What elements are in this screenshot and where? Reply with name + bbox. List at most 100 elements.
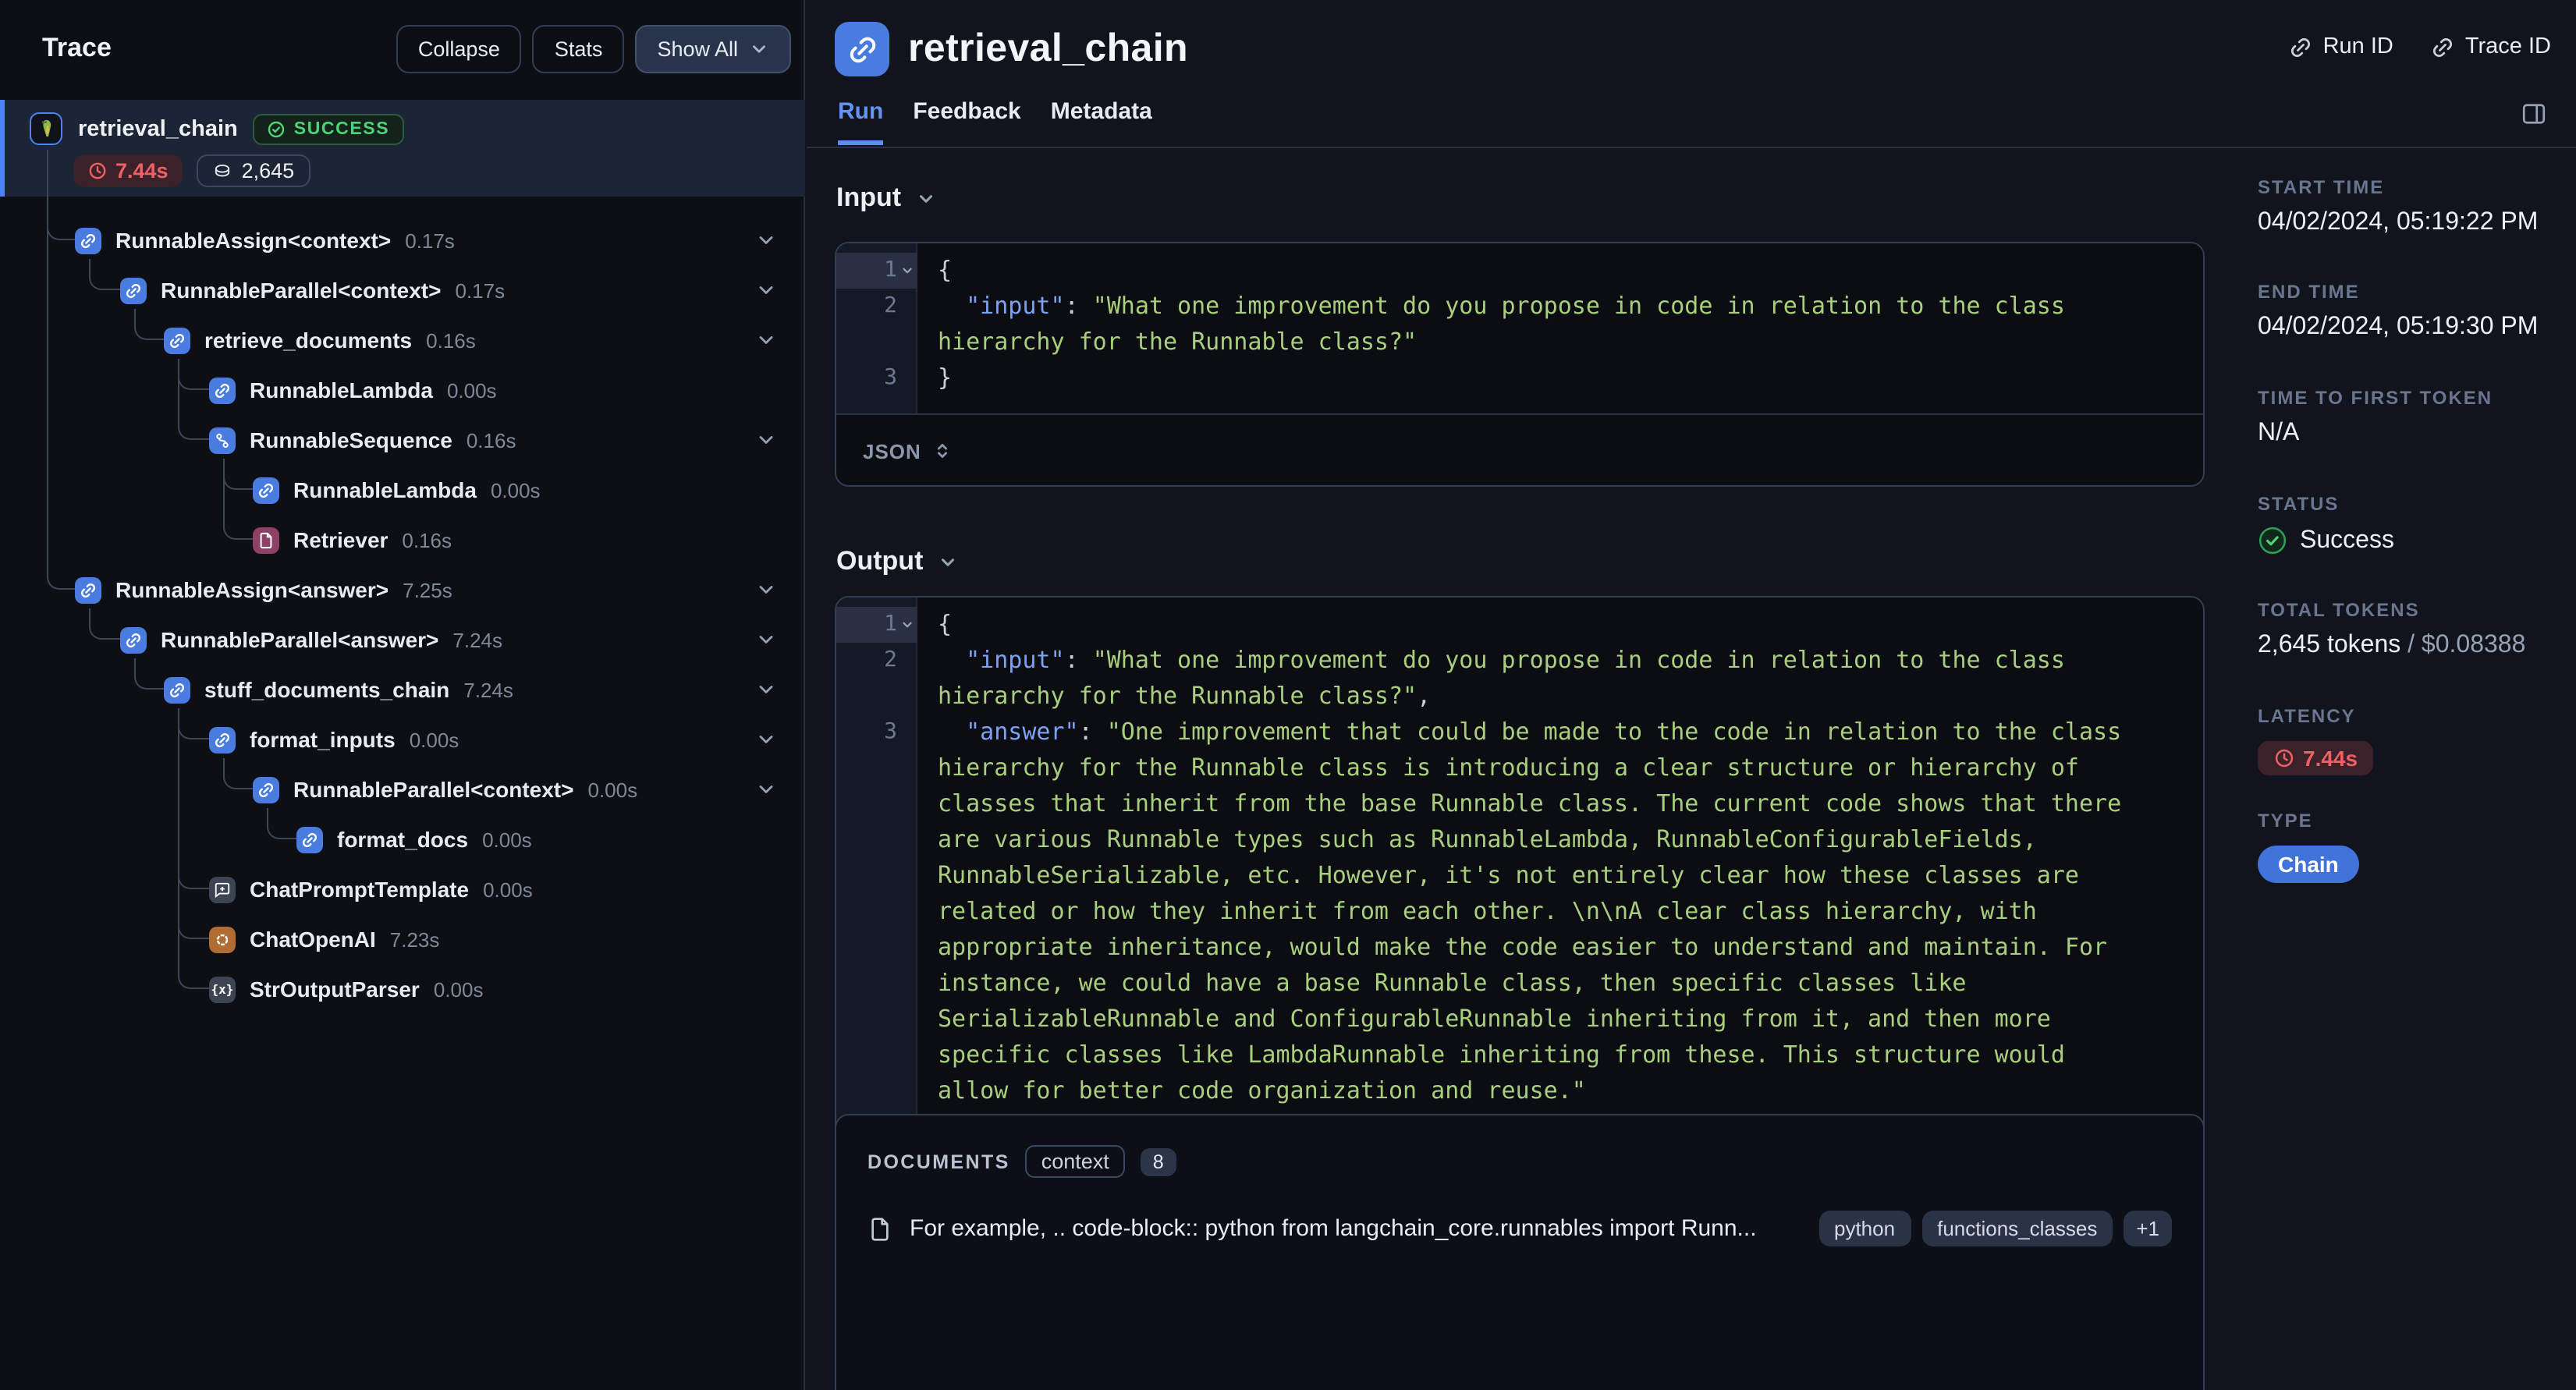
trace-tree-row[interactable]: RunnableAssign<context> 0.17s — [75, 223, 455, 257]
trace-tree-row[interactable]: Retriever 0.16s — [253, 523, 452, 557]
ttft-value: N/A — [2258, 420, 2300, 446]
chain-icon — [209, 377, 236, 403]
run-name: RunnableAssign<answer> — [115, 577, 389, 602]
run-name: StrOutputParser — [250, 977, 420, 1002]
chain-icon — [209, 726, 236, 753]
document-tag-more[interactable]: +1 — [2124, 1211, 2172, 1246]
run-duration: 0.17s — [455, 278, 506, 302]
run-duration: 7.24s — [463, 678, 513, 701]
trace-tree-row[interactable]: RunnableLambda 0.00s — [253, 473, 541, 507]
retriever-file-icon — [253, 527, 279, 553]
trace-tree-row[interactable]: RunnableParallel<context> 0.17s — [120, 273, 505, 307]
trace-tree-row[interactable]: RunnableLambda 0.00s — [209, 373, 497, 407]
tree-connector — [266, 808, 296, 839]
trace-tree-row[interactable]: RunnableParallel<answer> 7.24s — [120, 622, 502, 657]
trace-id-button[interactable]: Trace ID — [2431, 34, 2551, 59]
run-name: RunnableParallel<context> — [293, 777, 574, 802]
tokens-cost: / $0.08388 — [2400, 632, 2526, 658]
tab-run[interactable]: Run — [838, 98, 884, 145]
document-row[interactable]: For example, .. code-block:: python from… — [868, 1211, 2172, 1246]
chevron-down-icon[interactable] — [755, 579, 777, 601]
tree-connector — [222, 459, 253, 540]
panel-toggle-icon[interactable] — [2520, 100, 2548, 128]
tab-metadata[interactable]: Metadata — [1051, 98, 1152, 145]
tokens-count: 2,645 tokens — [2258, 632, 2401, 658]
tree-connector — [133, 658, 164, 690]
trace-tree-row[interactable]: ChatPromptTemplate 0.00s — [209, 872, 533, 906]
chevron-down-icon[interactable] — [755, 778, 777, 800]
run-duration: 0.16s — [426, 328, 476, 352]
trace-tree-row[interactable]: {x} StrOutputParser 0.00s — [209, 972, 483, 1006]
tree-connector — [88, 608, 120, 640]
link-icon — [2290, 37, 2310, 56]
chevron-down-icon[interactable] — [755, 729, 777, 750]
tree-connector — [177, 708, 209, 989]
run-name: retrieve_documents — [204, 328, 413, 353]
documents-section: DOCUMENTS context 8 For example, .. code… — [835, 1114, 2205, 1390]
line-number: 3 — [884, 365, 897, 390]
tab-bar: Run Feedback Metadata — [838, 98, 1152, 145]
code-line: 2 "input": "What one improvement do you … — [836, 643, 2203, 715]
start-time-field: START TIME 04/02/2024, 05:19:22 PM — [2258, 176, 2539, 236]
chain-icon — [75, 576, 101, 603]
sequence-icon — [209, 427, 236, 453]
clock-icon — [2275, 749, 2294, 768]
code-content: { — [938, 610, 953, 638]
documents-label: DOCUMENTS — [868, 1151, 1010, 1172]
trace-tree-row[interactable]: format_docs 0.00s — [296, 822, 532, 856]
trace-tree: RunnableAssign<context> 0.17s RunnablePara… — [0, 0, 804, 1390]
chain-icon — [835, 22, 889, 76]
openai-icon — [209, 926, 236, 952]
run-name: format_docs — [337, 827, 469, 852]
chevron-down-icon[interactable] — [755, 429, 777, 451]
code-line: 1{ — [836, 253, 2203, 289]
ttft-field: TIME TO FIRST TOKEN N/A — [2258, 387, 2493, 446]
trace-tree-row[interactable]: retrieve_documents 0.16s — [164, 323, 476, 357]
chevron-down-icon[interactable] — [755, 329, 777, 351]
latency-badge: 7.44s — [2258, 741, 2374, 775]
chain-icon — [164, 327, 190, 353]
chevron-down-icon[interactable] — [755, 679, 777, 700]
chevron-down-icon[interactable] — [755, 629, 777, 651]
run-name: RunnableAssign<context> — [115, 228, 392, 253]
trace-tree-row[interactable]: stuff_documents_chain 7.24s — [164, 672, 513, 707]
run-duration: 0.00s — [490, 478, 541, 502]
trace-tree-row[interactable]: RunnableParallel<context> 0.00s — [253, 772, 637, 807]
run-duration: 0.00s — [482, 828, 532, 851]
trace-tree-row[interactable]: ChatOpenAI 7.23s — [209, 922, 439, 956]
chevron-down-icon[interactable] — [755, 279, 777, 301]
fold-chevron-icon[interactable] — [900, 618, 914, 632]
tab-feedback[interactable]: Feedback — [913, 98, 1020, 145]
run-duration: 0.00s — [446, 378, 497, 402]
trace-tree-row[interactable]: RunnableAssign<answer> 7.25s — [75, 573, 452, 607]
run-name: ChatOpenAI — [250, 927, 376, 952]
start-time-value: 04/02/2024, 05:19:22 PM — [2258, 209, 2539, 236]
chain-icon — [253, 776, 279, 803]
chain-icon — [120, 277, 147, 303]
fold-chevron-icon[interactable] — [900, 264, 914, 278]
trace-tree-row[interactable]: RunnableSequence 0.16s — [209, 423, 516, 457]
chevron-down-icon[interactable] — [755, 229, 777, 251]
input-format-select[interactable]: JSON — [836, 413, 2203, 485]
tree-connector — [222, 758, 253, 789]
trace-tree-row[interactable]: format_inputs 0.00s — [209, 722, 459, 757]
status-field: STATUS Success — [2258, 493, 2394, 555]
trace-panel: Trace Collapse Stats Show All retrieval_… — [0, 0, 805, 1390]
line-number: 3 — [884, 719, 897, 744]
run-duration: 7.25s — [403, 578, 452, 601]
input-section-header[interactable]: Input — [836, 183, 935, 214]
chain-icon — [164, 676, 190, 703]
tree-connector — [133, 309, 164, 340]
code-content: "input": "What one improvement do you pr… — [938, 646, 2079, 710]
line-number: 2 — [884, 293, 897, 318]
run-name: format_inputs — [250, 727, 396, 752]
run-duration: 0.16s — [402, 528, 452, 551]
run-duration: 0.16s — [466, 428, 516, 452]
documents-count-badge: 8 — [1140, 1147, 1176, 1175]
run-id-button[interactable]: Run ID — [2289, 34, 2393, 59]
input-code-editor[interactable]: 1{2 "input": "What one improvement do yo… — [835, 242, 2205, 487]
run-duration: 0.00s — [587, 778, 638, 801]
run-duration: 7.23s — [389, 927, 440, 951]
code-content: "answer": "One improvement that could be… — [938, 718, 2136, 1105]
output-section-header[interactable]: Output — [836, 546, 957, 577]
